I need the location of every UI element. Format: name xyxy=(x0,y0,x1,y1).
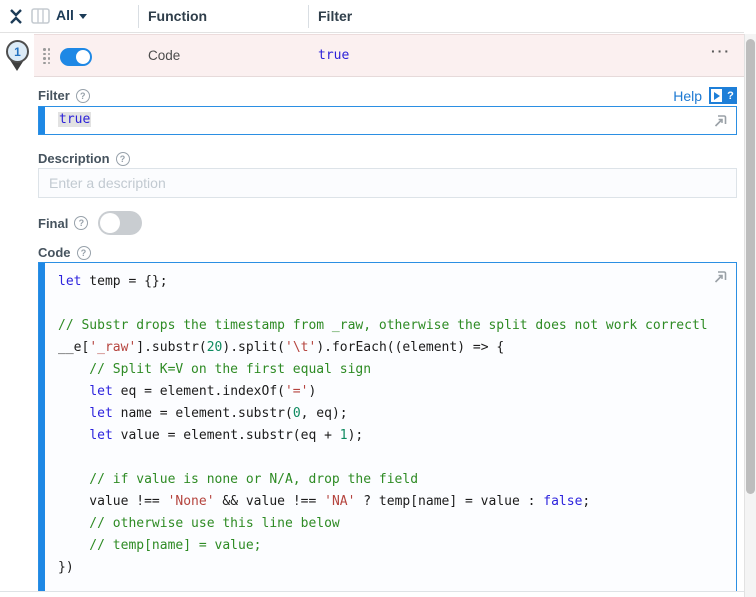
filter-column-header: Filter xyxy=(318,8,353,24)
filter-help-icon[interactable]: ? xyxy=(75,88,90,103)
expand-editor-icon[interactable] xyxy=(711,268,729,286)
final-label: Final xyxy=(38,215,69,231)
description-input[interactable] xyxy=(38,168,737,198)
toggle-knob xyxy=(100,213,121,233)
code-label: Code xyxy=(38,245,71,260)
question-mark-icon: ? xyxy=(724,87,737,104)
help-link-group[interactable]: Help ? xyxy=(673,87,737,104)
filter-label: Filter xyxy=(38,88,70,103)
group-filter-label: All xyxy=(56,7,74,23)
input-accent-bar xyxy=(39,263,45,592)
pipeline-function-editor: All Function Filter 1 Code true ··· Filt… xyxy=(0,0,756,597)
expand-editor-icon[interactable] xyxy=(711,112,729,130)
play-icon xyxy=(709,87,724,104)
chevron-down-icon xyxy=(78,13,87,19)
code-help-icon[interactable]: ? xyxy=(76,245,91,260)
header-divider xyxy=(138,5,139,28)
final-toggle[interactable] xyxy=(98,211,143,235)
code-content: let temp = {};// Substr drops the timest… xyxy=(58,274,708,575)
help-link[interactable]: Help xyxy=(673,88,702,104)
collapse-all-icon[interactable] xyxy=(8,7,24,26)
columns-icon[interactable] xyxy=(31,8,50,24)
help-video-icon[interactable]: ? xyxy=(709,87,737,104)
function-name: Code xyxy=(148,48,181,63)
pane-bottom-border xyxy=(0,591,744,592)
filter-expression-input[interactable]: true xyxy=(38,106,737,135)
function-column-header: Function xyxy=(148,8,208,24)
function-row-filter-value: true xyxy=(318,48,350,63)
description-help-icon[interactable]: ? xyxy=(115,151,130,166)
drag-handle-icon[interactable] xyxy=(43,48,52,65)
input-accent-bar xyxy=(39,107,45,134)
final-help-icon[interactable]: ? xyxy=(74,216,89,230)
function-list-header: All Function Filter xyxy=(0,0,744,33)
function-index-pin: 1 xyxy=(5,40,31,72)
vertical-scrollbar[interactable] xyxy=(744,34,756,597)
function-enabled-toggle[interactable] xyxy=(60,48,92,66)
scrollbar-thumb[interactable] xyxy=(746,39,755,494)
final-field-row: Final ? xyxy=(38,211,737,235)
toggle-knob xyxy=(76,50,90,64)
row-overflow-menu[interactable]: ··· xyxy=(711,43,731,59)
function-index-number: 1 xyxy=(6,40,29,63)
header-divider xyxy=(308,5,309,28)
description-label: Description xyxy=(38,151,110,166)
filter-field-header: Filter ? Help ? xyxy=(38,87,737,104)
group-filter-dropdown[interactable]: All xyxy=(56,7,87,23)
code-field-header: Code ? xyxy=(38,244,737,261)
description-field-header: Description ? xyxy=(38,150,737,167)
code-editor[interactable]: let temp = {};// Substr drops the timest… xyxy=(38,262,737,592)
function-row[interactable]: Code true ··· xyxy=(34,34,744,77)
filter-expression-value: true xyxy=(58,112,92,127)
